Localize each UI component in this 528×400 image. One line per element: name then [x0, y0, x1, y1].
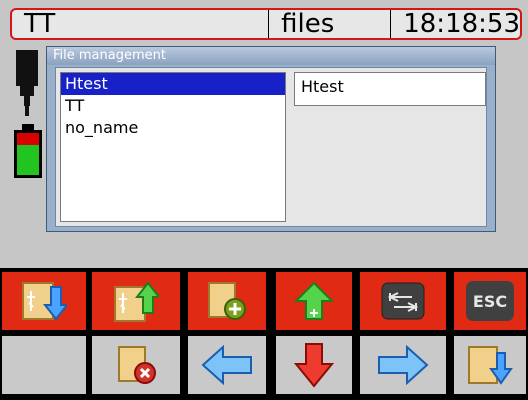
usb-export-button[interactable]	[92, 272, 180, 330]
new-file-button[interactable]	[188, 272, 266, 330]
esc-label: ESC	[466, 281, 514, 321]
tab-button[interactable]	[360, 272, 446, 330]
arrow-left-icon	[201, 345, 252, 385]
usb-up-file-icon	[114, 281, 159, 322]
right-button[interactable]	[360, 336, 446, 394]
delete-file-button[interactable]	[92, 336, 180, 394]
status-title: TT	[12, 9, 270, 39]
file-list[interactable]: Htest TT no_name	[60, 72, 286, 222]
file-add-icon	[208, 282, 246, 320]
power-plug-icon	[16, 50, 38, 116]
down-button[interactable]	[276, 336, 352, 394]
left-button[interactable]	[188, 336, 266, 394]
dialog-title: File management	[47, 47, 495, 65]
esc-button[interactable]: ESC	[454, 272, 526, 330]
file-item-no-name[interactable]: no_name	[61, 117, 285, 139]
arrow-right-icon	[378, 345, 429, 385]
file-item-htest[interactable]: Htest	[61, 73, 285, 95]
file-item-tt[interactable]: TT	[61, 95, 285, 117]
dialog-body: Htest TT no_name Htest	[55, 67, 487, 227]
usb-down-file-icon	[22, 282, 67, 321]
save-file-button[interactable]	[454, 336, 526, 394]
usb-import-button[interactable]	[2, 272, 86, 330]
file-preview: Htest	[294, 72, 486, 106]
file-delete-icon	[118, 346, 156, 384]
file-management-dialog: File management Htest TT no_name Htest	[46, 46, 496, 232]
status-time: 18:18:53	[403, 9, 520, 39]
tab-icon	[381, 282, 425, 320]
add-up-button[interactable]	[276, 272, 352, 330]
empty-button[interactable]	[2, 336, 86, 394]
battery-icon	[14, 124, 42, 178]
status-mode: files	[269, 9, 392, 39]
file-down-icon	[468, 346, 513, 385]
status-bar: TT files 18:18:53	[10, 8, 522, 40]
function-button-area: ESC	[0, 268, 528, 400]
arrow-down-icon	[293, 343, 335, 388]
arrow-up-plus-icon	[293, 281, 335, 320]
